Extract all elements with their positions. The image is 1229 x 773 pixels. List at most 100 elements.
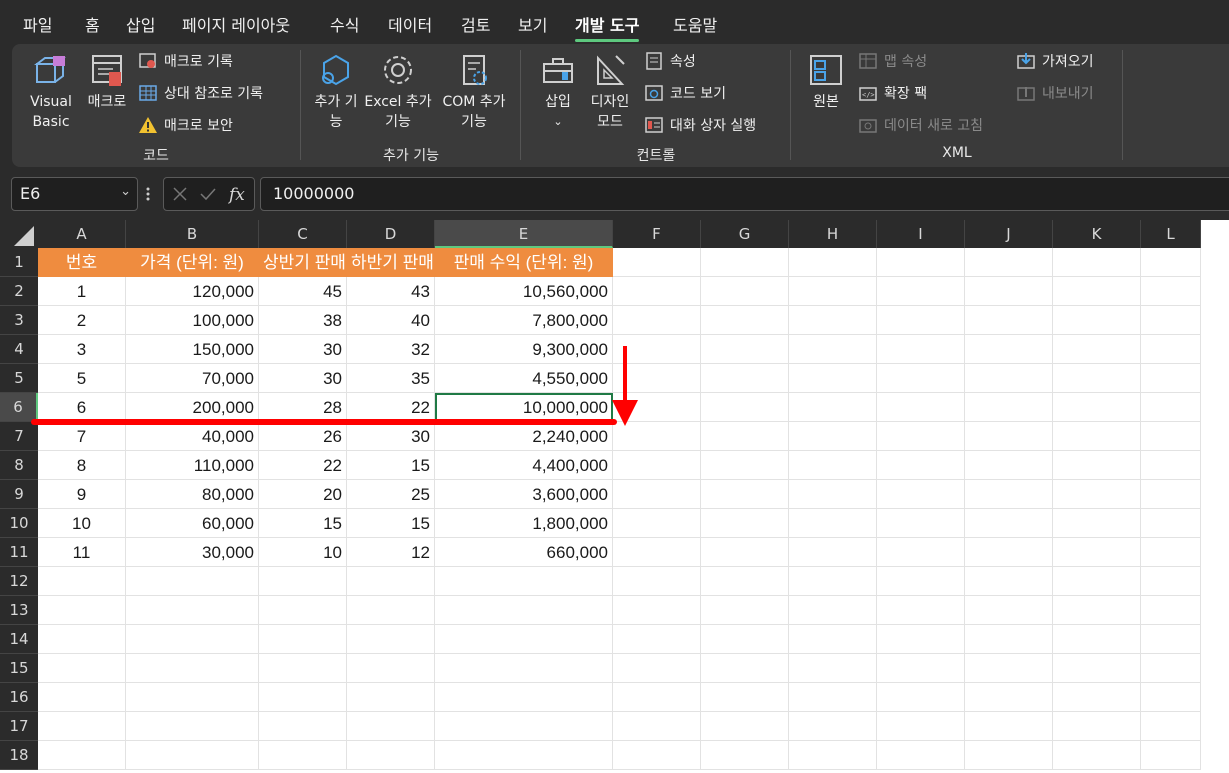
- cell-i15[interactable]: [877, 654, 965, 683]
- cell-e15[interactable]: [435, 654, 613, 683]
- column-header-g[interactable]: G: [701, 220, 789, 248]
- cell-b14[interactable]: [126, 625, 259, 654]
- cell-h11[interactable]: [789, 538, 877, 567]
- cell-e3[interactable]: 7,800,000: [435, 306, 613, 335]
- cell-c15[interactable]: [259, 654, 347, 683]
- row-header-3[interactable]: 3: [0, 306, 38, 335]
- cell-e13[interactable]: [435, 596, 613, 625]
- cell-b17[interactable]: [126, 712, 259, 741]
- cell-h3[interactable]: [789, 306, 877, 335]
- cell-i2[interactable]: [877, 277, 965, 306]
- cell-a14[interactable]: [38, 625, 126, 654]
- cell-h8[interactable]: [789, 451, 877, 480]
- cell-g4[interactable]: [701, 335, 789, 364]
- cell-b4[interactable]: 150,000: [126, 335, 259, 364]
- cell-l3[interactable]: [1141, 306, 1201, 335]
- tab-insert[interactable]: 삽입: [126, 12, 155, 36]
- cell-b2[interactable]: 120,000: [126, 277, 259, 306]
- cell-f14[interactable]: [613, 625, 701, 654]
- enter-icon[interactable]: [199, 186, 217, 202]
- com-addins-button[interactable]: COM 추가 기능: [438, 52, 510, 132]
- run-dialog-button[interactable]: 대화 상자 실행: [644, 114, 756, 136]
- cell-j18[interactable]: [965, 741, 1053, 770]
- cell-k14[interactable]: [1053, 625, 1141, 654]
- cell-d11[interactable]: 12: [347, 538, 435, 567]
- cell-f11[interactable]: [613, 538, 701, 567]
- cell-l6[interactable]: [1141, 393, 1201, 422]
- cell-d8[interactable]: 15: [347, 451, 435, 480]
- cell-k9[interactable]: [1053, 480, 1141, 509]
- cell-j17[interactable]: [965, 712, 1053, 741]
- cell-l5[interactable]: [1141, 364, 1201, 393]
- cell-f3[interactable]: [613, 306, 701, 335]
- column-header-l[interactable]: L: [1141, 220, 1201, 248]
- cell-j7[interactable]: [965, 422, 1053, 451]
- cell-g7[interactable]: [701, 422, 789, 451]
- cell-i12[interactable]: [877, 567, 965, 596]
- cell-f18[interactable]: [613, 741, 701, 770]
- cell-b1[interactable]: 가격 (단위: 원): [126, 248, 259, 277]
- cell-j4[interactable]: [965, 335, 1053, 364]
- tab-file[interactable]: 파일: [23, 12, 52, 36]
- cell-i6[interactable]: [877, 393, 965, 422]
- row-header-16[interactable]: 16: [0, 683, 38, 712]
- tab-data[interactable]: 데이터: [388, 12, 432, 36]
- cell-k6[interactable]: [1053, 393, 1141, 422]
- cell-a1[interactable]: 번호: [38, 248, 126, 277]
- cell-l14[interactable]: [1141, 625, 1201, 654]
- cell-k16[interactable]: [1053, 683, 1141, 712]
- cell-i1[interactable]: [877, 248, 965, 277]
- cell-a18[interactable]: [38, 741, 126, 770]
- cell-h1[interactable]: [789, 248, 877, 277]
- row-header-9[interactable]: 9: [0, 480, 38, 509]
- cell-a16[interactable]: [38, 683, 126, 712]
- cell-l16[interactable]: [1141, 683, 1201, 712]
- cell-l4[interactable]: [1141, 335, 1201, 364]
- cell-l18[interactable]: [1141, 741, 1201, 770]
- cell-e14[interactable]: [435, 625, 613, 654]
- cell-d4[interactable]: 32: [347, 335, 435, 364]
- excel-addins-button[interactable]: Excel 추가 기능: [364, 52, 432, 132]
- cell-k17[interactable]: [1053, 712, 1141, 741]
- column-header-b[interactable]: B: [126, 220, 259, 248]
- cell-b3[interactable]: 100,000: [126, 306, 259, 335]
- cell-g3[interactable]: [701, 306, 789, 335]
- cell-h5[interactable]: [789, 364, 877, 393]
- column-header-a[interactable]: A: [38, 220, 126, 248]
- cell-b11[interactable]: 30,000: [126, 538, 259, 567]
- cell-l7[interactable]: [1141, 422, 1201, 451]
- cell-b9[interactable]: 80,000: [126, 480, 259, 509]
- cell-d10[interactable]: 15: [347, 509, 435, 538]
- cell-l8[interactable]: [1141, 451, 1201, 480]
- cell-h13[interactable]: [789, 596, 877, 625]
- cell-d5[interactable]: 35: [347, 364, 435, 393]
- cell-h10[interactable]: [789, 509, 877, 538]
- cell-c5[interactable]: 30: [259, 364, 347, 393]
- addins-button[interactable]: 추가 기능: [312, 52, 360, 132]
- cell-c2[interactable]: 45: [259, 277, 347, 306]
- cell-g14[interactable]: [701, 625, 789, 654]
- cell-d7[interactable]: 30: [347, 422, 435, 451]
- row-header-11[interactable]: 11: [0, 538, 38, 567]
- row-header-7[interactable]: 7: [0, 422, 38, 451]
- cell-k1[interactable]: [1053, 248, 1141, 277]
- cell-d13[interactable]: [347, 596, 435, 625]
- cell-e9[interactable]: 3,600,000: [435, 480, 613, 509]
- column-header-f[interactable]: F: [613, 220, 701, 248]
- refresh-data-button[interactable]: 데이터 새로 고침: [858, 114, 983, 136]
- cell-j16[interactable]: [965, 683, 1053, 712]
- row-header-15[interactable]: 15: [0, 654, 38, 683]
- cell-g12[interactable]: [701, 567, 789, 596]
- cell-e7[interactable]: 2,240,000: [435, 422, 613, 451]
- cell-g15[interactable]: [701, 654, 789, 683]
- tab-formulas[interactable]: 수식: [330, 12, 359, 36]
- cell-j14[interactable]: [965, 625, 1053, 654]
- record-macro-button[interactable]: 매크로 기록: [138, 50, 233, 72]
- view-code-button[interactable]: 코드 보기: [644, 82, 726, 104]
- cell-h18[interactable]: [789, 741, 877, 770]
- cell-g2[interactable]: [701, 277, 789, 306]
- row-header-14[interactable]: 14: [0, 625, 38, 654]
- cell-l9[interactable]: [1141, 480, 1201, 509]
- row-header-10[interactable]: 10: [0, 509, 38, 538]
- cell-f7[interactable]: [613, 422, 701, 451]
